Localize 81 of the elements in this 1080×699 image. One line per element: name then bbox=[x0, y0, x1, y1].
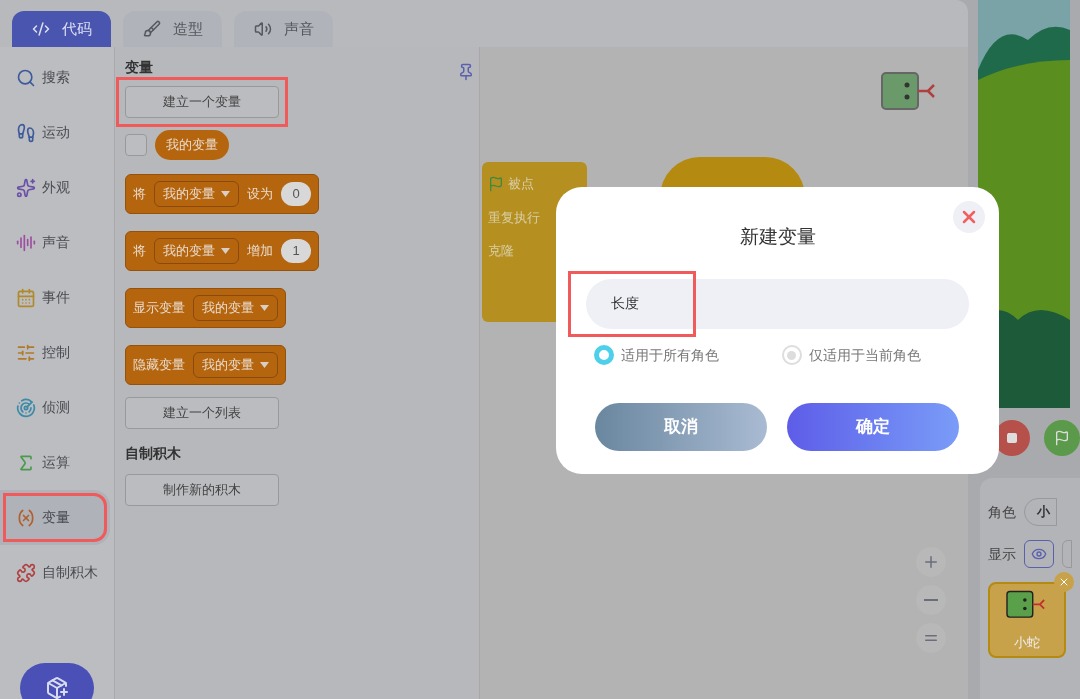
code-icon bbox=[31, 20, 50, 38]
block-label: 被点 bbox=[508, 175, 534, 193]
checkbox[interactable] bbox=[125, 134, 147, 156]
flag-icon bbox=[1054, 430, 1070, 446]
stop-icon bbox=[1006, 432, 1018, 444]
editor-tab[interactable]: 代码 bbox=[12, 11, 111, 47]
confirm-button[interactable]: 确定 bbox=[787, 402, 959, 451]
caret-icon bbox=[260, 305, 269, 311]
number-input[interactable]: 0 bbox=[281, 182, 311, 206]
caret-icon bbox=[260, 362, 269, 368]
close-icon bbox=[1058, 576, 1070, 588]
delete-sprite-button[interactable] bbox=[1054, 572, 1074, 592]
block-label: 隐藏变量 bbox=[133, 356, 185, 375]
hide-toggle[interactable] bbox=[1062, 540, 1072, 568]
make-list-button[interactable]: 建立一个列表 bbox=[125, 397, 279, 429]
variable-block[interactable]: 将 我的变量 设为 0 bbox=[125, 174, 319, 214]
radar-icon bbox=[16, 397, 36, 418]
category-item[interactable]: 事件 bbox=[0, 270, 110, 325]
block-label: 将 bbox=[133, 242, 146, 261]
calendar-icon bbox=[16, 287, 36, 308]
dialog-title: 新建变量 bbox=[739, 225, 816, 249]
section-title: 自制积木 bbox=[125, 444, 181, 463]
variable-block[interactable]: 隐藏变量 我的变量 bbox=[125, 345, 286, 385]
variable-reporter[interactable]: 我的变量 bbox=[155, 130, 229, 160]
make-variable-button[interactable]: 建立一个变量 bbox=[125, 86, 279, 118]
cancel-button[interactable]: 取消 bbox=[595, 402, 767, 451]
pin-icon bbox=[457, 63, 475, 81]
speaker-icon bbox=[253, 20, 272, 38]
variable-dropdown[interactable]: 我的变量 bbox=[193, 295, 278, 321]
puzzle-icon bbox=[16, 562, 36, 583]
caret-icon bbox=[221, 248, 230, 254]
category-item[interactable]: 外观 bbox=[0, 160, 110, 215]
variable-name-input[interactable]: 长度 bbox=[586, 278, 969, 329]
category-item[interactable]: 侦测 bbox=[0, 380, 110, 435]
variable-block[interactable]: 将 我的变量 增加 1 bbox=[125, 231, 319, 271]
category-item[interactable]: 声音 bbox=[0, 215, 110, 270]
caret-icon bbox=[221, 191, 230, 197]
category-item[interactable]: 运算 bbox=[0, 435, 110, 490]
minus-icon bbox=[924, 599, 938, 601]
block-label: 增加 bbox=[247, 242, 273, 261]
editor-tab[interactable]: 声音 bbox=[234, 11, 333, 47]
scope-radio[interactable]: 适用于所有角色 bbox=[594, 344, 782, 366]
extension-icon bbox=[45, 676, 69, 699]
zoom-out-button[interactable] bbox=[916, 585, 946, 615]
block-label: 克隆 bbox=[488, 242, 514, 260]
number-input[interactable]: 1 bbox=[281, 239, 311, 263]
sliders-icon bbox=[16, 342, 36, 363]
category-item[interactable]: 变量 bbox=[0, 490, 110, 545]
reset-zoom-button[interactable] bbox=[916, 623, 946, 653]
variable-dropdown[interactable]: 我的变量 bbox=[154, 238, 239, 264]
sparkle-icon bbox=[16, 177, 36, 198]
search-icon bbox=[16, 67, 36, 88]
category-item[interactable]: 运动 bbox=[0, 105, 110, 160]
block-label: 设为 bbox=[247, 185, 273, 204]
flag-icon bbox=[488, 175, 504, 192]
category-item[interactable]: 自制积木 bbox=[0, 545, 110, 600]
close-button[interactable] bbox=[953, 201, 985, 233]
sprite-label: 角色 bbox=[988, 502, 1016, 522]
variable-dropdown[interactable]: 我的变量 bbox=[193, 352, 278, 378]
run-button[interactable] bbox=[1044, 420, 1080, 456]
scope-radio[interactable]: 仅适用于当前角色 bbox=[781, 344, 969, 366]
zoom-in-button[interactable] bbox=[916, 547, 946, 577]
variable-icon bbox=[16, 507, 36, 528]
show-toggle[interactable] bbox=[1024, 540, 1054, 568]
section-title: 变量 bbox=[125, 58, 153, 77]
category-item[interactable]: 控制 bbox=[0, 325, 110, 380]
variable-dropdown[interactable]: 我的变量 bbox=[154, 181, 239, 207]
variable-block[interactable]: 显示变量 我的变量 bbox=[125, 288, 286, 328]
brush-icon bbox=[142, 20, 161, 38]
editor-tab[interactable]: 造型 bbox=[123, 11, 222, 47]
block-label: 将 bbox=[133, 185, 146, 204]
make-block-button[interactable]: 制作新的积木 bbox=[125, 474, 279, 506]
show-label: 显示 bbox=[988, 544, 1016, 564]
block-label: 重复执行 bbox=[488, 208, 540, 227]
sound-wave-icon bbox=[16, 232, 36, 253]
category-item[interactable]: 搜索 bbox=[0, 50, 110, 105]
add-extension-button[interactable] bbox=[20, 663, 94, 699]
plus-icon bbox=[922, 553, 940, 571]
block-label: 显示变量 bbox=[133, 299, 185, 318]
sprite-name: 小蛇 bbox=[1014, 633, 1040, 652]
eye-icon bbox=[1031, 546, 1047, 562]
